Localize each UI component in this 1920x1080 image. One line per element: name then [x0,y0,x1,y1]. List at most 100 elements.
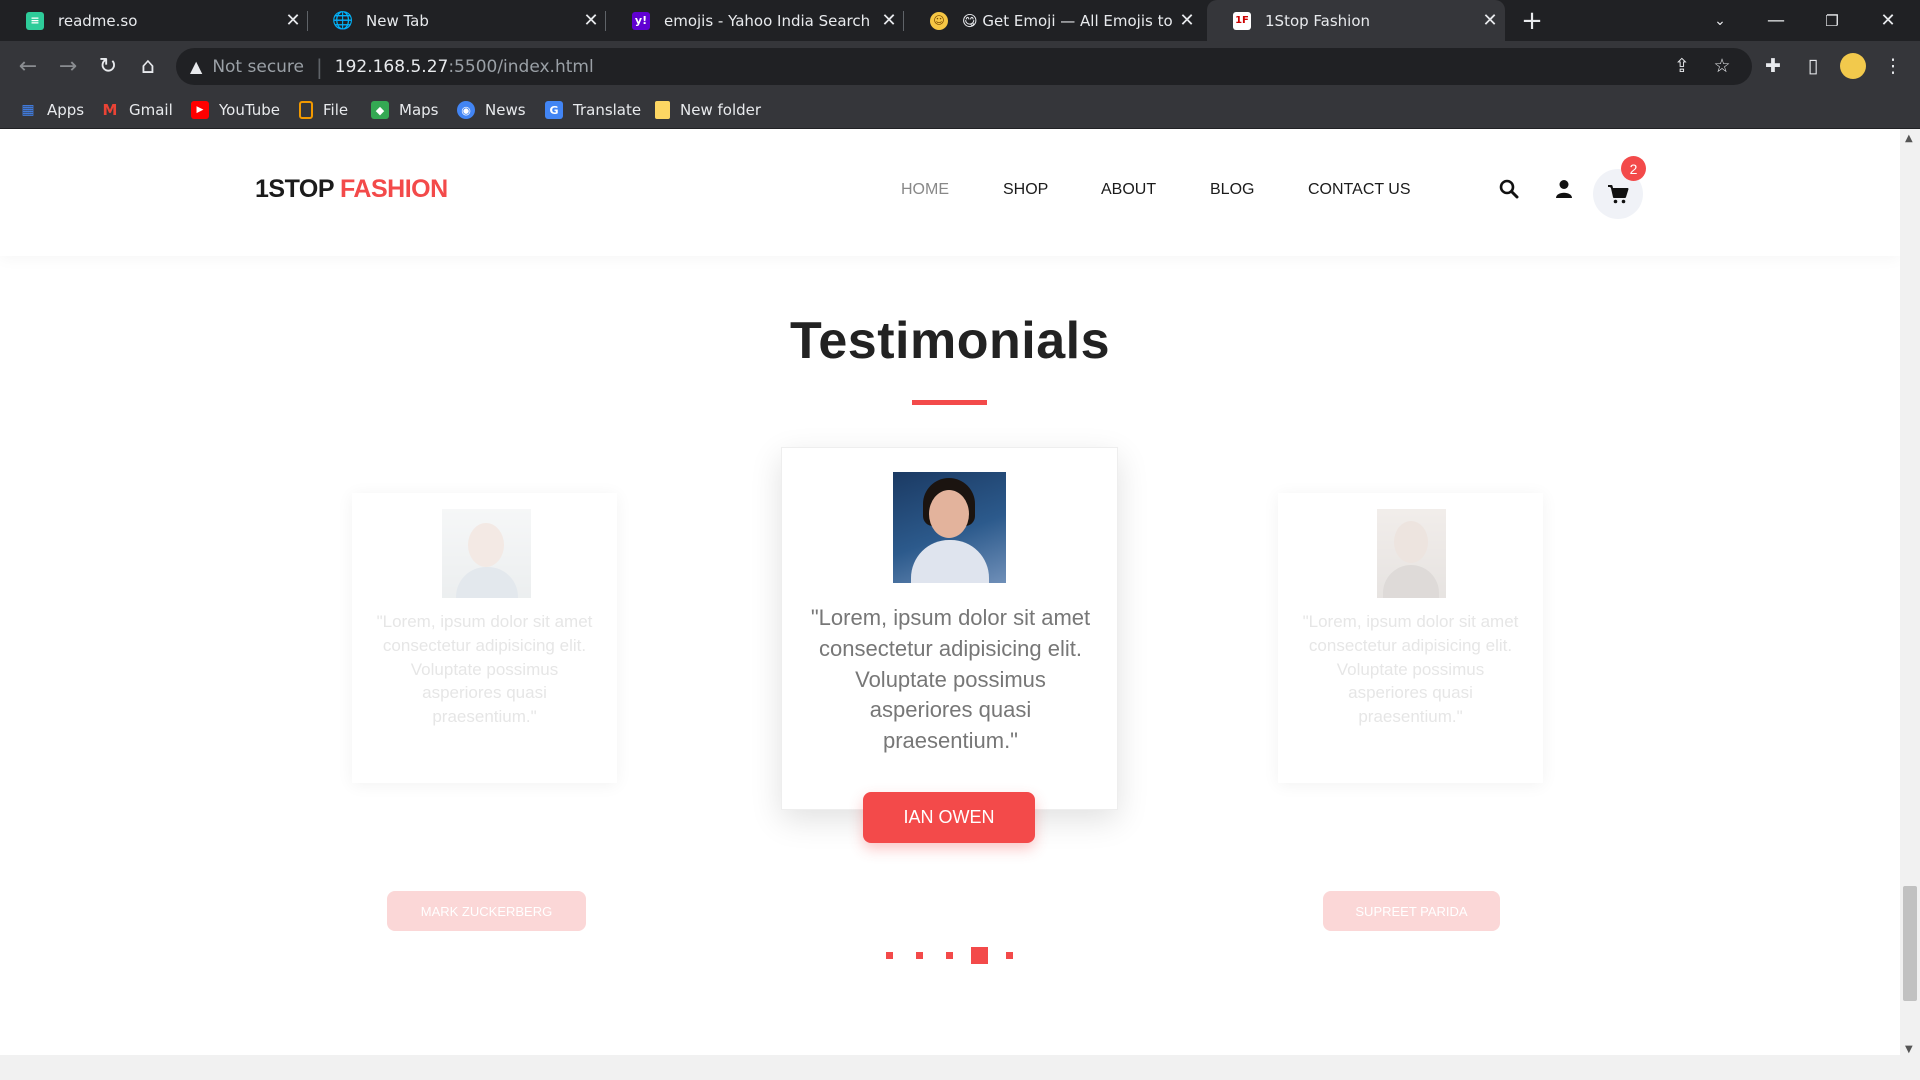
testimonial-quote: "Lorem, ipsum dolor sit amet consectetur… [1302,612,1519,727]
extensions-puzzle-icon[interactable]: ✚ [1753,41,1793,91]
bookmark-label: YouTube [219,101,280,119]
nav-contact-us[interactable]: CONTACT US [1308,181,1411,199]
side-panel-icon[interactable]: ▯ [1793,41,1833,91]
carousel-dot[interactable] [916,952,923,959]
forward-button[interactable]: → [48,41,88,91]
1f-icon: 1F [1233,11,1251,30]
testimonial-name-button[interactable]: SUPREET PARIDA [1323,891,1500,931]
warning-icon: ▲ [190,57,203,76]
gmail-icon: M [102,101,118,119]
web-page: 1STOP FASHION HOME SHOP ABOUT BLOG CONTA… [0,129,1900,1080]
minimize-button[interactable]: — [1748,0,1804,41]
carousel-dot-active[interactable] [971,947,988,964]
browser-tab-strip: ≡ readme.so ✕ 🌐 New Tab ✕ y! emojis - Ya… [0,0,1920,41]
globe-icon: 🌐 [332,10,354,31]
cart-count-badge: 2 [1621,156,1646,181]
close-icon[interactable]: ✕ [576,10,606,31]
readme-icon: ≡ [26,11,44,30]
address-bar[interactable]: ▲ Not secure | 192.168.5.27:5500/index.h… [176,48,1752,85]
nav-blog[interactable]: BLOG [1210,181,1254,199]
bookmark-star-icon[interactable]: ☆ [1702,41,1742,91]
security-status: Not secure [212,56,305,77]
back-button[interactable]: ← [8,41,48,91]
file-icon [299,101,313,119]
maps-icon: ◆ [371,101,389,119]
nav-about[interactable]: ABOUT [1101,181,1156,199]
tab-title: emojis - Yahoo India Search Resu [664,11,874,30]
bookmark-translate[interactable]: G Translate [545,91,641,129]
close-icon[interactable]: ✕ [874,10,904,31]
menu-kebab-icon[interactable]: ⋮ [1873,41,1913,91]
bookmark-label: New folder [680,101,762,119]
user-icon[interactable] [1550,175,1578,203]
testimonial-card-right: "Lorem, ipsum dolor sit amet consectetur… [1278,493,1543,783]
bookmark-apps[interactable]: ▦ Apps [19,91,84,129]
tab-title: New Tab [366,11,429,30]
title-underline [912,400,987,405]
bookmark-gmail[interactable]: M Gmail [101,91,173,129]
bookmark-label: Maps [399,101,439,119]
bookmark-new-folder[interactable]: New folder [655,91,761,129]
tab-new-tab[interactable]: 🌐 New Tab ✕ [308,0,606,41]
testimonial-photo [893,472,1006,583]
tab-title: 1Stop Fashion [1265,11,1371,30]
divider: | [316,54,323,79]
search-icon[interactable] [1495,175,1523,203]
testimonial-card-center: "Lorem, ipsum dolor sit amet consectetur… [781,447,1118,810]
new-tab-button[interactable]: + [1504,0,1560,41]
translate-icon: G [545,101,563,119]
bookmark-label: Apps [47,101,85,119]
testimonial-quote: "Lorem, ipsum dolor sit amet consectetur… [376,612,593,727]
logo-part-2: FASHION [340,175,448,203]
tab-title: 😋 Get Emoji — All Emojis to ✂️ [962,11,1172,30]
news-icon: ◉ [457,101,475,119]
home-button[interactable]: ⌂ [128,41,168,91]
logo-part-1: 1STOP [255,175,334,203]
bookmark-news[interactable]: ◉ News [457,91,526,129]
restore-button[interactable]: ❐ [1804,0,1860,41]
testimonial-name-button[interactable]: MARK ZUCKERBERG [387,891,586,931]
profile-avatar[interactable] [1833,41,1873,91]
page-bottom-strip [0,1055,1900,1080]
tab-yahoo[interactable]: y! emojis - Yahoo India Search Resu ✕ [606,0,904,41]
section-title: Testimonials [789,312,1110,370]
share-icon[interactable]: ⇪ [1662,41,1702,91]
testimonial-photo [1377,509,1446,598]
bookmark-maps[interactable]: ◆ Maps [371,91,438,129]
scrollbar-thumb[interactable] [1903,886,1917,1001]
testimonial-quote: "Lorem, ipsum dolor sit amet consectetur… [810,605,1091,754]
close-window-button[interactable]: ✕ [1860,0,1916,41]
close-icon[interactable]: ✕ [1172,10,1202,31]
tab-readme[interactable]: ≡ readme.so ✕ [0,0,308,41]
cart-icon [1608,185,1629,204]
tab-1stop-fashion[interactable]: 1F 1Stop Fashion ✕ [1207,0,1505,41]
tab-search-chevron-icon[interactable]: ⌄ [1692,0,1748,41]
bookmark-label: Translate [573,101,642,119]
scroll-down-arrow-icon[interactable]: ▼ [1905,1044,1913,1055]
testimonial-name-button[interactable]: IAN OWEN [863,792,1035,843]
youtube-icon: ▶ [191,101,209,119]
site-logo[interactable]: 1STOP FASHION [255,175,448,204]
carousel-dot[interactable] [1006,952,1013,959]
bookmarks-bar: ▦ Apps M Gmail ▶ YouTube File ◆ Maps ◉ N… [0,91,1920,129]
url-host: 192.168.5.27 [334,56,449,77]
nav-home[interactable]: HOME [901,181,949,199]
browser-toolbar: ← → ↻ ⌂ ▲ Not secure | 192.168.5.27:5500… [0,41,1920,91]
yahoo-icon: y! [632,11,650,30]
bookmark-youtube[interactable]: ▶ YouTube [191,91,280,129]
folder-icon [655,101,670,119]
bookmark-label: File [323,101,349,119]
url-path: :5500/index.html [448,56,594,77]
tab-getemoji[interactable]: ☺ 😋 Get Emoji — All Emojis to ✂️ ✕ [904,0,1202,41]
carousel-dot[interactable] [886,952,893,959]
bookmark-label: Gmail [129,101,173,119]
scroll-up-arrow-icon[interactable]: ▲ [1905,133,1913,144]
close-icon[interactable]: ✕ [1475,10,1505,31]
emoji-icon: ☺ [930,11,948,30]
carousel-dot[interactable] [946,952,953,959]
close-icon[interactable]: ✕ [278,10,308,31]
tab-title: readme.so [58,11,138,30]
reload-button[interactable]: ↻ [88,41,128,91]
bookmark-file[interactable]: File [299,91,348,129]
nav-shop[interactable]: SHOP [1003,181,1048,199]
